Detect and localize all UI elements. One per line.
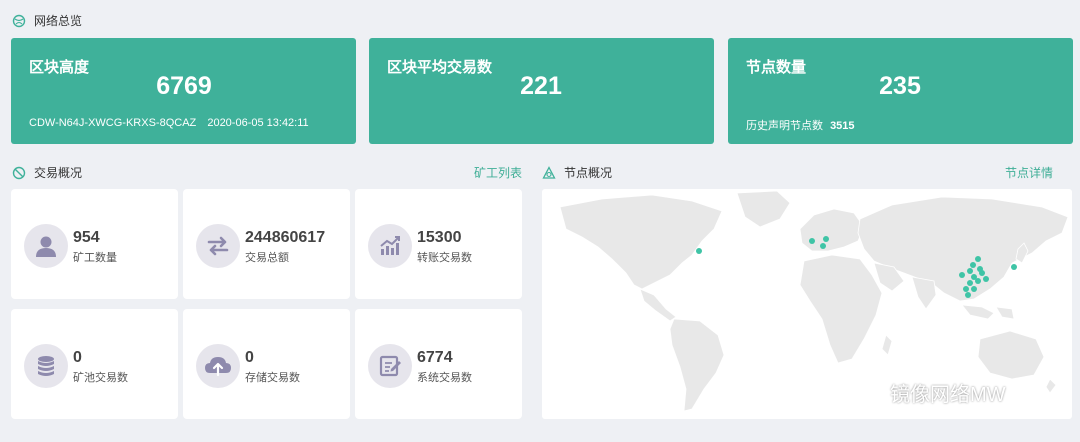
avg-tx-card: 区块平均交易数 221: [369, 38, 714, 144]
stat-value: 954: [73, 229, 100, 246]
stat-pool: 0 矿池交易数: [11, 309, 178, 419]
stat-value: 0: [245, 349, 254, 366]
nodes-history-label: 历史声明节点数: [746, 120, 823, 132]
watermark-text: 镜像网络MW: [890, 384, 1006, 406]
stat-label: 系统交易数: [417, 372, 472, 384]
no-entry-icon: [12, 166, 26, 180]
stat-storage: 0 存储交易数: [183, 309, 350, 419]
stat-label: 转账交易数: [417, 252, 472, 264]
block-hash-row: CDW-N64J-XWCG-KRXS-8QCAZ 2020-06-05 13:4…: [29, 117, 309, 129]
overview-header: 网络总览: [12, 12, 82, 29]
nodes-card: 节点数量 235 历史声明节点数 3515: [728, 38, 1073, 144]
edit-document-icon: [368, 344, 412, 388]
stat-label: 矿池交易数: [73, 372, 128, 384]
nodes-value: 235: [879, 72, 921, 100]
block-height-value: 6769: [156, 72, 212, 100]
block-hash: CDW-N64J-XWCG-KRXS-8QCAZ: [29, 117, 197, 129]
block-height-card: 区块高度 6769 CDW-N64J-XWCG-KRXS-8QCAZ 2020-…: [11, 38, 356, 144]
stat-transfers: 15300 转账交易数: [355, 189, 522, 299]
network-icon: [12, 14, 26, 28]
stat-tx-total: 244860617 交易总额: [183, 189, 350, 299]
wechat-icon: [848, 379, 884, 407]
database-icon: [24, 344, 68, 388]
overview-title: 网络总览: [34, 14, 83, 28]
cloud-upload-icon: [196, 344, 240, 388]
nodes-history-row: 历史声明节点数 3515: [746, 117, 855, 133]
trend-chart-icon: [368, 224, 412, 268]
miner-list-link[interactable]: 矿工列表: [474, 164, 522, 181]
avg-tx-value: 221: [520, 72, 562, 100]
nodes-title: 节点数量: [746, 59, 807, 76]
user-icon: [24, 224, 68, 268]
stat-value: 15300: [417, 229, 462, 246]
block-height-title: 区块高度: [29, 59, 90, 76]
stat-label: 交易总额: [245, 252, 289, 264]
stat-value: 6774: [417, 349, 453, 366]
nodes-history-value: 3515: [830, 120, 855, 132]
stat-value: 0: [73, 349, 82, 366]
tx-section-header: 交易概况: [12, 164, 82, 181]
node-section-title: 节点概况: [564, 166, 613, 180]
transfer-icon: [196, 224, 240, 268]
stat-label: 矿工数量: [73, 252, 117, 264]
node-details-link[interactable]: 节点详情: [1005, 164, 1053, 181]
stat-label: 存储交易数: [245, 372, 300, 384]
stat-system: 6774 系统交易数: [355, 309, 522, 419]
triangle-nodes-icon: [542, 165, 556, 180]
tx-section-title: 交易概况: [34, 166, 83, 180]
avg-tx-title: 区块平均交易数: [387, 59, 493, 76]
stat-value: 244860617: [245, 229, 326, 246]
node-section-header: 节点概况: [542, 164, 612, 181]
block-time: 2020-06-05 13:42:11: [207, 117, 309, 129]
watermark: 镜像网络MW: [848, 378, 1006, 407]
stat-miners: 954 矿工数量: [11, 189, 178, 299]
